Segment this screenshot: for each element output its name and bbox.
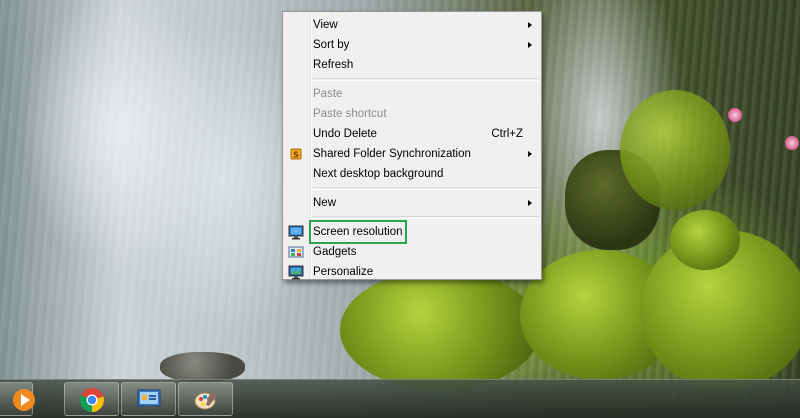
menu-item-label: Next desktop background xyxy=(313,168,444,180)
menu-item-next-desktop-background[interactable]: Next desktop background xyxy=(283,164,541,184)
taskbar-button-media-player[interactable] xyxy=(0,382,35,416)
gadgets-icon xyxy=(288,246,304,258)
menu-item-paste: Paste xyxy=(283,84,541,104)
menu-item-sort-by[interactable]: Sort by xyxy=(283,35,541,55)
menu-item-label: Screen resolution xyxy=(313,226,403,238)
chrome-icon xyxy=(79,388,104,413)
paint-icon xyxy=(194,390,217,410)
svg-text:S: S xyxy=(293,151,299,160)
menu-item-label: View xyxy=(313,19,338,31)
menu-item-refresh[interactable]: Refresh xyxy=(283,55,541,75)
menu-separator xyxy=(313,187,539,190)
screen-resolution-highlight: Screen resolution xyxy=(309,220,407,244)
media-player-icon xyxy=(13,389,35,411)
menu-item-personalize[interactable]: Personalize xyxy=(283,262,541,282)
menu-item-label: New xyxy=(313,197,337,209)
menu-item-paste-shortcut: Paste shortcut xyxy=(283,104,541,124)
menu-item-undo-delete[interactable]: Undo Delete Ctrl+Z xyxy=(283,124,541,144)
menu-item-view[interactable]: View xyxy=(283,15,541,35)
menu-item-label: Shared Folder Synchronization xyxy=(313,148,471,160)
menu-item-screen-resolution[interactable]: Screen resolution xyxy=(283,220,541,244)
menu-item-shortcut: Ctrl+Z xyxy=(491,128,523,140)
submenu-arrow-icon xyxy=(528,42,532,48)
wallpaper-moss xyxy=(670,210,740,270)
wallpaper-flower xyxy=(728,108,742,122)
personalize-icon xyxy=(288,265,304,280)
monitor-icon xyxy=(288,225,304,240)
taskbar-button-control-panel[interactable] xyxy=(121,382,176,416)
menu-item-label: Paste shortcut xyxy=(313,108,387,120)
wallpaper-rock xyxy=(160,352,245,382)
menu-item-new[interactable]: New xyxy=(283,193,541,213)
submenu-arrow-icon xyxy=(528,151,532,157)
desktop-context-menu: View Sort by Refresh Paste Paste shortcu… xyxy=(282,11,542,280)
menu-item-label: Gadgets xyxy=(313,246,357,258)
menu-item-label: Paste xyxy=(313,88,343,100)
sync-icon: S xyxy=(290,148,302,160)
menu-separator xyxy=(313,78,539,81)
submenu-arrow-icon xyxy=(528,200,532,206)
taskbar-button-chrome[interactable] xyxy=(64,382,119,416)
wallpaper-moss xyxy=(340,270,540,390)
menu-item-label: Refresh xyxy=(313,59,354,71)
menu-item-label: Personalize xyxy=(313,266,374,278)
menu-item-shared-folder-sync[interactable]: S Shared Folder Synchronization xyxy=(283,144,541,164)
menu-separator xyxy=(313,216,539,219)
submenu-arrow-icon xyxy=(528,22,532,28)
menu-item-label: Undo Delete xyxy=(313,128,377,140)
desktop[interactable]: View Sort by Refresh Paste Paste shortcu… xyxy=(0,0,800,418)
control-panel-icon xyxy=(137,389,161,409)
wallpaper-flower xyxy=(785,136,799,150)
taskbar-button-paint[interactable] xyxy=(178,382,233,416)
wallpaper-moss xyxy=(620,90,730,210)
menu-item-gadgets[interactable]: Gadgets xyxy=(283,242,541,262)
menu-item-label: Sort by xyxy=(313,39,350,51)
taskbar xyxy=(0,379,800,418)
